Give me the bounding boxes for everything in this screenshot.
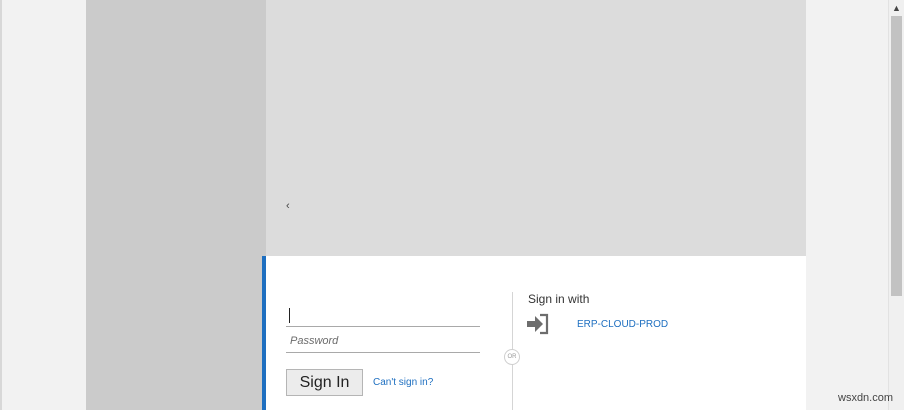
scroll-up-icon[interactable]: ▲ [889,0,904,16]
sign-in-with-heading: Sign in with [528,292,590,306]
username-field[interactable] [286,304,480,327]
or-badge: OR [504,349,520,365]
scroll-thumb[interactable] [891,16,902,296]
page-gutter-right [806,0,888,410]
text-cursor [289,308,290,323]
password-field[interactable]: Password [286,330,480,353]
provider-erp-cloud-prod-link[interactable]: ERP-CLOUD-PROD [577,319,668,330]
vertical-scrollbar[interactable]: ▲ [888,0,904,410]
side-panel [86,0,266,410]
page-gutter-left [2,0,86,410]
sign-in-arrow-icon[interactable] [527,313,551,335]
sign-in-button[interactable]: Sign In [286,369,363,396]
login-accent-bar [262,256,266,410]
login-card: Password Sign In Can't sign in? OR Sign … [262,256,806,410]
banner-glyph: ‹ [286,200,290,212]
illustration-banner [266,0,806,256]
password-placeholder: Password [290,335,339,347]
cant-sign-in-link[interactable]: Can't sign in? [373,377,433,388]
watermark: wsxdn.com [838,392,894,404]
